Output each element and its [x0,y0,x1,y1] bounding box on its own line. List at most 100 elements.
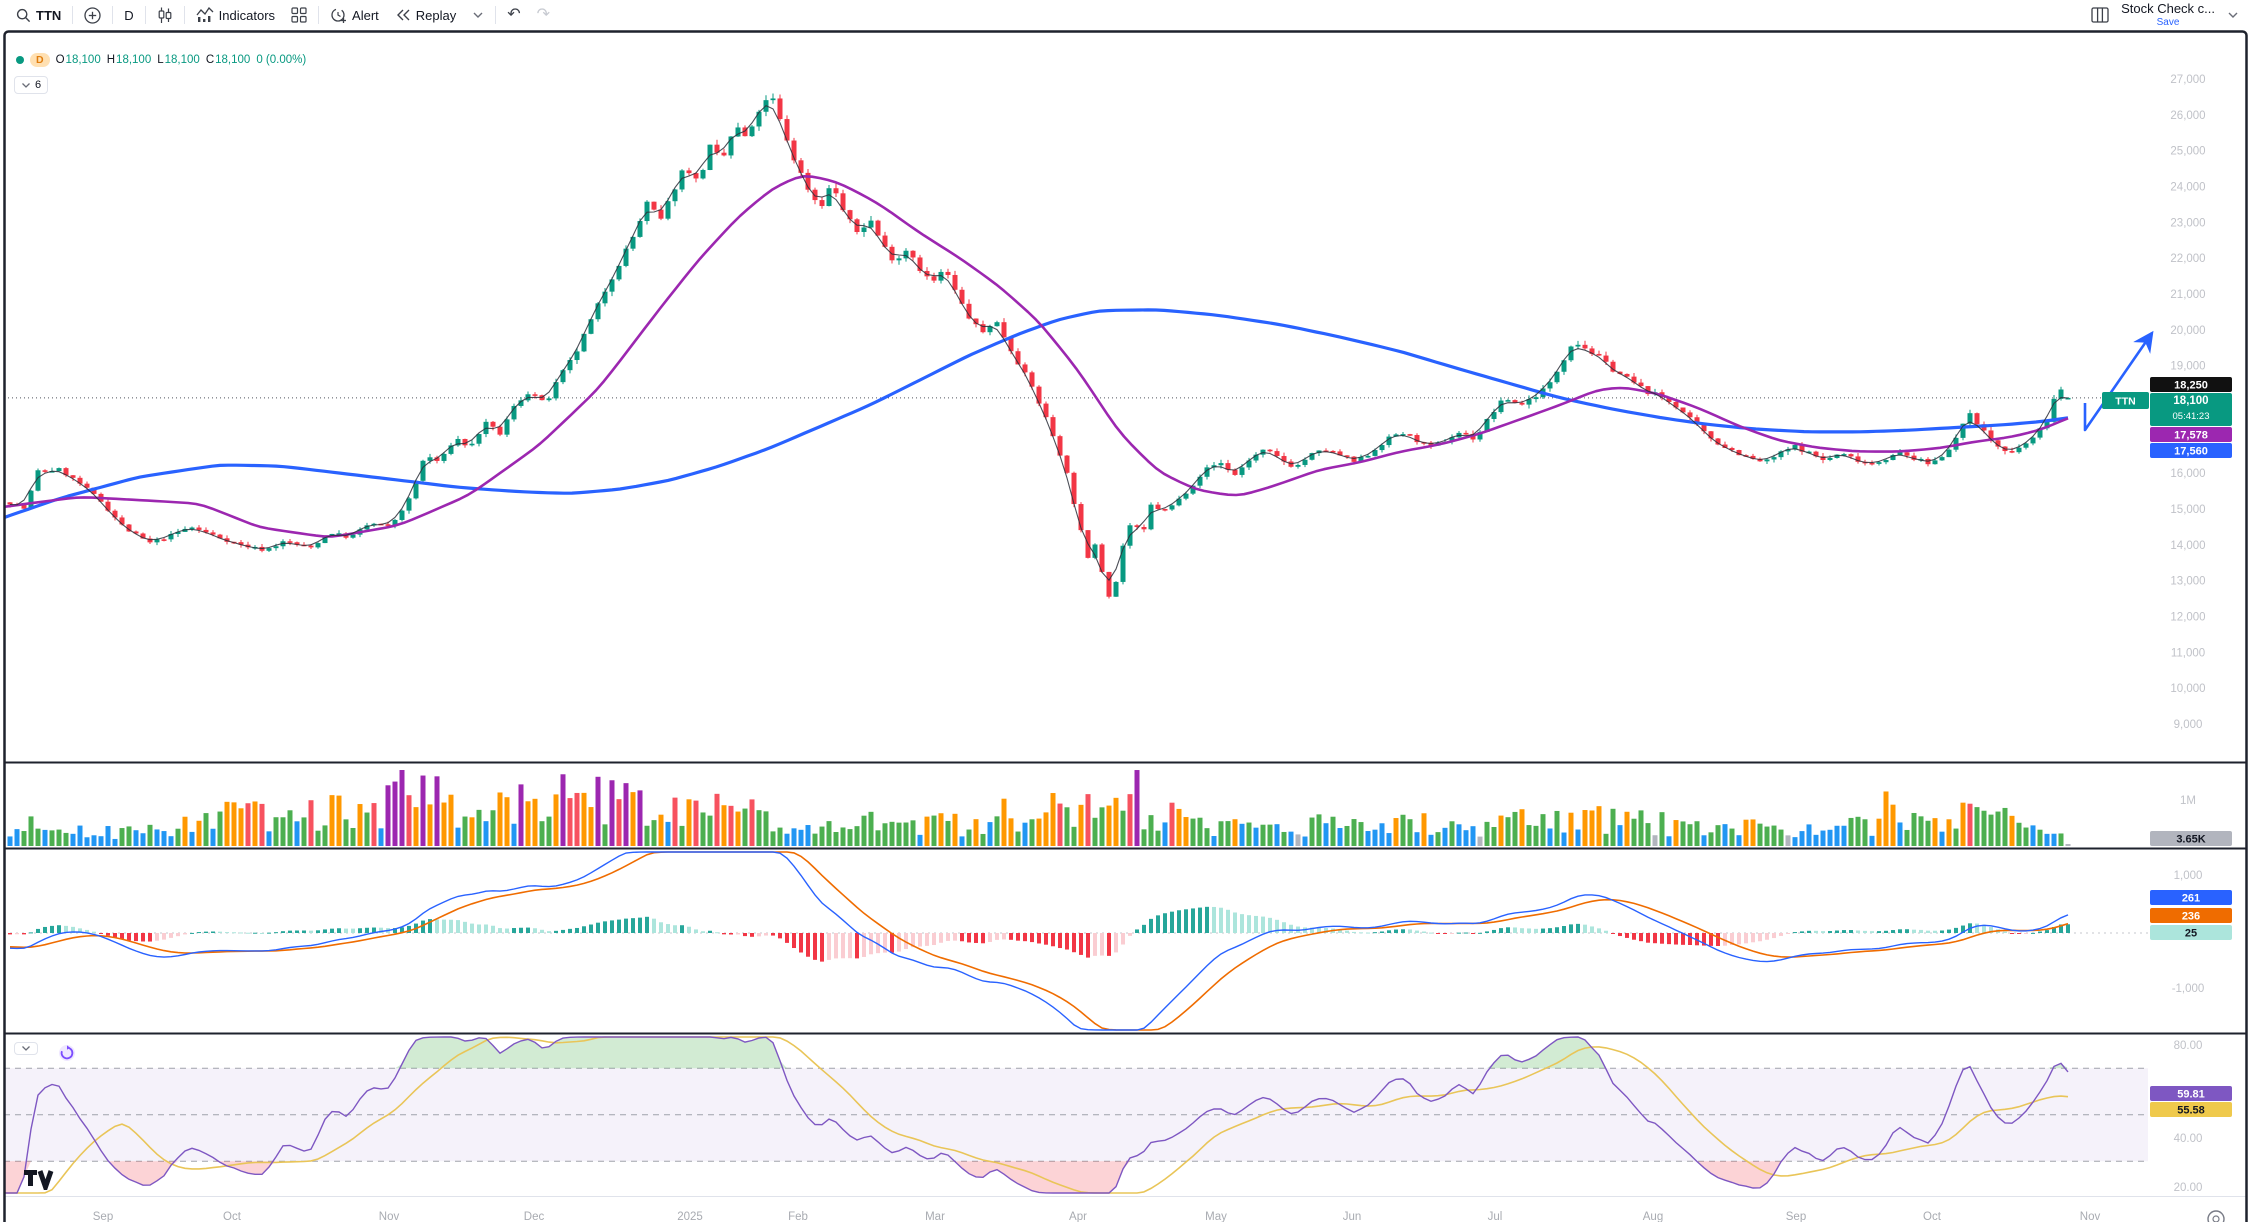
low-value: 18,100 [165,54,200,66]
macd-histogram-bar [8,933,12,934]
volume-bar [1002,799,1007,846]
volume-bar [43,830,48,846]
macd-histogram-bar [1639,933,1643,941]
volume-bar [1877,819,1882,846]
candle-body [834,188,839,193]
main-pane-collapse-button[interactable]: 6 [14,76,48,94]
volume-bar [1121,811,1126,846]
volume-bar [15,829,20,846]
time-axis[interactable]: SepOctNovDec2025FebMarAprMayJunJulAugSep… [93,1211,2101,1222]
macd-histogram-bar [1597,928,1601,933]
macd-histogram-bar [148,933,152,942]
volume-bar [631,792,636,846]
candle-body [1597,354,1602,356]
macd-histogram-bar [575,928,579,933]
macd-hist-value-label-text: 25 [2185,928,2197,940]
macd-histogram-bar [1380,931,1384,933]
time-tick-label: May [1205,1211,1227,1222]
macd-histogram-bar [1905,929,1909,933]
volume-bar [1968,804,1973,846]
volume-bar [771,831,776,846]
volume-bar [967,830,972,846]
macd-histogram-bar [757,933,761,936]
volume-bar [813,834,818,846]
volume-bar [267,831,272,846]
screenshot-camera-icon[interactable] [2208,1211,2224,1222]
macd-histogram-bar [351,929,355,933]
candle-body [848,210,853,219]
volume-bar [2010,816,2015,846]
candle-body [57,468,62,471]
tradingview-logo[interactable] [24,1170,58,1190]
volume-bar [232,802,237,846]
volume-bar [1779,830,1784,846]
volume-bar [939,813,944,846]
volume-bar [1135,770,1140,846]
volume-bar [1464,830,1469,846]
macd-histogram-bar [1576,924,1580,933]
macd-histogram-bar [281,931,285,933]
candle-body [1065,456,1070,473]
rsi-pane-collapse-button[interactable] [14,1042,38,1055]
volume-bar [687,799,692,846]
volume-bar [211,829,216,846]
volume-bar [36,829,41,846]
macd-histogram-bar [57,925,61,933]
time-tick-label: Mar [925,1211,945,1222]
volume-bar [1996,812,2001,846]
rsi-tick-label: 20.00 [2174,1182,2203,1194]
volume-bar [1744,820,1749,846]
volume-bar [1597,806,1602,846]
price-axis[interactable]: 27,00026,00025,00024,00023,00022,00021,0… [2102,74,2232,1194]
macd-histogram-bar [806,933,810,957]
candle-body [1366,456,1371,458]
macd-histogram-bar [1611,933,1615,934]
chart-canvas[interactable]: 27,00026,00025,00024,00023,00022,00021,0… [0,0,2253,1222]
high-label: H [107,54,115,66]
macd-histogram-bar [1219,908,1223,933]
candle-body [778,98,783,119]
macd-histogram-bar [92,932,96,933]
volume-bar [1702,835,1707,846]
macd-histogram-bar [1184,909,1188,933]
macd-histogram-bar [988,933,992,942]
candle-body [568,360,573,370]
volume-bar [512,824,517,846]
candle-body [2024,443,2029,447]
candle-body [316,543,321,547]
volume-bar [1919,816,1924,846]
macd-histogram-bar [946,933,950,941]
price-tick-label: 23,000 [2170,217,2205,229]
macd-histogram-bar [526,928,530,933]
volume-bar [897,823,902,846]
volume-bar [323,825,328,846]
volume-bar [617,799,622,846]
volume-bar [953,814,958,846]
macd-value-label-text: 261 [2182,893,2200,905]
volume-bar [1737,835,1742,846]
volume-bar [1723,824,1728,846]
volume-bar [1541,814,1546,846]
macd-histogram-bar [2024,933,2028,934]
volume-bar [2031,825,2036,846]
volume-bar [302,817,307,846]
volume-bar [442,803,447,846]
rsi-ma-value-label-text: 55.58 [2177,1105,2205,1117]
macd-histogram-bar [561,930,565,933]
macd-histogram-bar [1646,933,1650,943]
volume-bar [1198,818,1203,846]
trend-arrow-drawing[interactable] [2085,333,2152,430]
close-value: 18,100 [215,54,250,66]
volume-bar [1058,804,1063,846]
volume-bar [2038,830,2043,846]
volume-bar [1016,832,1021,846]
macd-histogram-bar [316,930,320,933]
macd-histogram-bar [890,933,894,953]
volume-bar [1898,822,1903,846]
indicator-loading-icon[interactable] [58,1044,76,1067]
macd-histogram-bar [512,928,516,933]
chevron-down-icon [21,1045,31,1052]
macd-histogram-bar [1401,929,1405,933]
macd-histogram-bar [1555,927,1559,933]
volume-bar [155,829,160,846]
